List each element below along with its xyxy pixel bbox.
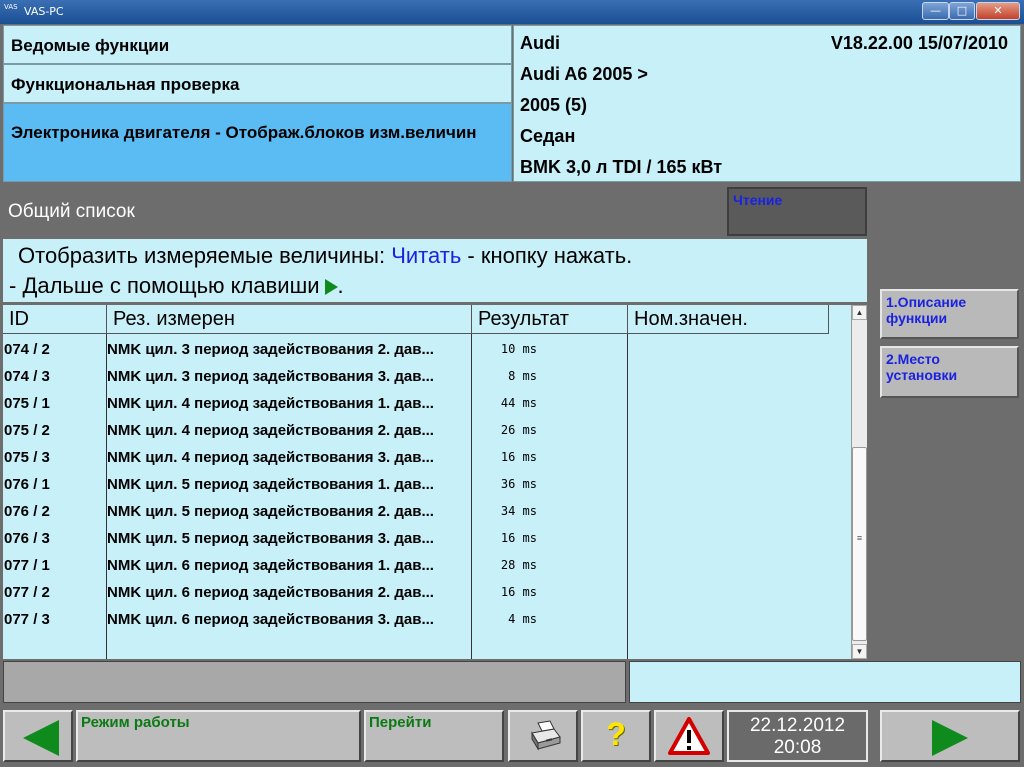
play-arrow-icon <box>324 279 338 296</box>
goto-button[interactable]: Перейти <box>364 710 504 762</box>
goto-label: Перейти <box>369 714 432 731</box>
printer-icon <box>531 720 561 751</box>
vehicle-body: Седан <box>520 126 576 146</box>
table-row[interactable]: 074 / 3 NMK цил. 3 период задействования … <box>3 362 851 389</box>
table-row[interactable]: 077 / 1 NMK цил. 6 период задействования … <box>3 551 851 578</box>
table-row[interactable]: 076 / 1 NMK цил. 5 период задействования … <box>3 470 851 497</box>
table-row[interactable]: 076 / 3 NMK цил. 5 период задействования … <box>3 524 851 551</box>
arrow-left-icon <box>23 720 59 756</box>
table-row[interactable]: 076 / 2 NMK цил. 5 период задействования … <box>3 497 851 524</box>
vehicle-year: 2005 (5) <box>520 95 588 115</box>
print-button[interactable] <box>508 710 578 762</box>
table-row[interactable]: 075 / 3 NMK цил. 4 период задействования … <box>3 443 851 470</box>
maximize-button[interactable]: □ <box>949 2 975 20</box>
back-button[interactable] <box>3 710 73 762</box>
operating-mode-label: Режим работы <box>81 714 190 731</box>
instruction-line-1: Отобразить измеряемые величины: Читать -… <box>18 243 633 268</box>
table-row[interactable]: 075 / 1 NMK цил. 4 период задействования … <box>3 389 851 416</box>
measurements-table: ID Рез. измерен Результат Ном.значен. 07… <box>3 305 851 659</box>
arrow-right-icon <box>932 720 968 756</box>
nav-guided-functions[interactable]: Ведомые функции <box>3 25 512 64</box>
col-header-id[interactable]: ID <box>3 305 107 334</box>
vehicle-info-panel: Audi V18.22.00 15/07/2010 Audi A6 2005 >… <box>513 25 1021 182</box>
col-header-name[interactable]: Рез. измерен <box>107 305 472 334</box>
status-bar-left <box>3 661 626 703</box>
vehicle-engine: BMK 3,0 л TDI / 165 кВт <box>520 157 723 177</box>
warning-button[interactable] <box>654 710 724 762</box>
instruction-line-2: - Дальше с помощью клавиши. <box>9 273 344 298</box>
nav-function-test[interactable]: Функциональная проверка <box>3 64 512 103</box>
scroll-up-arrow-icon[interactable]: ▲ <box>852 305 867 320</box>
forward-button[interactable] <box>880 710 1020 762</box>
col-header-nominal[interactable]: Ном.значен. <box>628 305 829 334</box>
table-row[interactable]: 074 / 2 NMK цил. 3 период задействования … <box>3 335 851 362</box>
date-time-display: 22.12.2012 20:08 <box>727 710 868 762</box>
date-text: 22.12.2012 <box>749 715 846 736</box>
table-row[interactable]: 075 / 2 NMK цил. 4 период задействования … <box>3 416 851 443</box>
section-title: Общий список <box>8 201 135 222</box>
nav-engine-measuring-blocks[interactable]: Электроника двигателя - Отображ.блоков и… <box>3 103 512 182</box>
software-version: V18.22.00 15/07/2010 <box>830 33 1008 53</box>
table-scrollbar[interactable]: ▲ ≡ ▼ <box>851 305 867 659</box>
close-button[interactable]: ✕ <box>976 2 1020 20</box>
window-title: VAS-PC <box>24 5 64 18</box>
vehicle-make: Audi <box>520 33 560 53</box>
scroll-thumb[interactable]: ≡ <box>852 447 867 641</box>
read-status-box: Чтение <box>727 187 867 236</box>
minimize-button[interactable]: — <box>922 2 949 20</box>
help-icon: ? <box>606 716 626 752</box>
read-link: Читать <box>391 243 462 268</box>
time-text: 20:08 <box>773 737 822 758</box>
scroll-down-arrow-icon[interactable]: ▼ <box>852 644 867 659</box>
vehicle-model: Audi A6 2005 > <box>520 64 648 84</box>
table-row[interactable]: 077 / 2 NMK цил. 6 период задействования … <box>3 578 851 605</box>
title-bar: VAS VAS-PC — □ ✕ <box>0 0 1024 24</box>
vas-pc-window: VAS VAS-PC — □ ✕ Ведомые функции Функцио… <box>0 0 1024 767</box>
app-icon: VAS <box>4 3 18 11</box>
table-row[interactable]: 077 / 3 NMK цил. 6 период задействования … <box>3 605 851 632</box>
col-header-result[interactable]: Результат <box>472 305 628 334</box>
navigation-panel: Ведомые функции Функциональная проверка … <box>3 25 512 182</box>
help-button[interactable]: ? <box>581 710 651 762</box>
function-description-button[interactable]: 1.Описание функции <box>880 289 1019 339</box>
instruction-panel: Отобразить измеряемые величины: Читать -… <box>3 239 867 302</box>
status-bar-right <box>629 661 1021 703</box>
operating-mode-button[interactable]: Режим работы <box>76 710 361 762</box>
warning-icon <box>668 717 710 755</box>
installation-location-button[interactable]: 2.Место установки <box>880 346 1019 398</box>
